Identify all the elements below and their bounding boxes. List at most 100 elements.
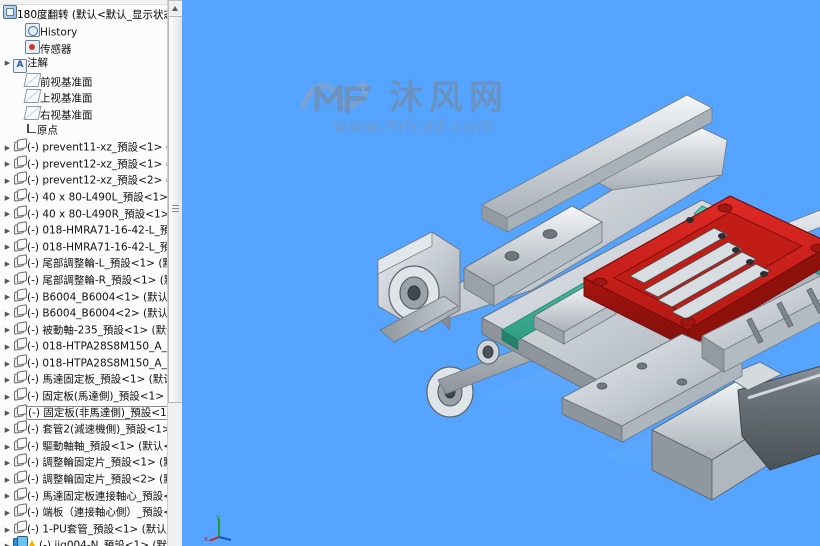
tree-item-component[interactable]: ▶(-) 馬達固定板_預設<1> (默认<< — [0, 370, 168, 387]
tree-item-label: (-) 018-HMRA71-16-42-L_預設< — [27, 241, 168, 254]
vertical-scroll-thumb[interactable] — [168, 16, 182, 403]
part-icon — [13, 405, 27, 418]
tree-item-sensors[interactable]: 传感器 — [0, 39, 168, 56]
tree-item-label: (-) jig004-N_預設<1> (默认< — [39, 540, 168, 546]
tree-item-component[interactable]: ▶(-) 尾部調整輪-R_預設<1> (默认< — [0, 271, 168, 288]
assembly-title-row[interactable]: 180度翻转 (默认<默认_显示状态-1>) — [0, 4, 168, 22]
tree-item-label: (-) prevent12-xz_預設<1> (默认< — [27, 158, 168, 171]
solidworks-window: 180度翻转 (默认<默认_显示状态-1>) History 传感器 ▶A注解 … — [0, 0, 820, 546]
part-icon — [13, 421, 27, 434]
tree-item-component[interactable]: ▶(-) B6004_B6004<1> (默认<<默 — [0, 288, 168, 305]
tree-item-label: (-) 端板（連接軸心側）_預設<1> — [27, 506, 168, 519]
tree-item-right-plane[interactable]: 右视基准面 — [0, 105, 168, 122]
tree-item-label: (-) 固定板(非馬達側)_預設<1> (默 — [25, 406, 168, 421]
tree-item-component[interactable]: ▶(-) 固定板(非馬達側)_預設<1> (默 — [0, 404, 168, 421]
tree-item-component[interactable]: ▶(-) 尾部調整輪-L_預設<1> (默认< — [0, 254, 168, 271]
part-icon — [13, 272, 27, 285]
tree-item-label: (-) 018-HTPA28S8M150_A_N17_ — [27, 357, 168, 370]
plane-icon — [23, 72, 42, 87]
part-icon — [13, 504, 27, 517]
part-icon — [13, 371, 27, 384]
sensor-icon — [25, 39, 40, 54]
part-colored-icon — [13, 536, 28, 546]
axis-y-label: y — [216, 513, 220, 521]
tree-item-component[interactable]: ▶(-) 調整輪固定片_預設<2> (默认< — [0, 470, 168, 487]
feature-manager-panel: 180度翻转 (默认<默认_显示状态-1>) History 传感器 ▶A注解 … — [0, 0, 183, 546]
part-icon — [13, 255, 27, 268]
pulley-detail — [476, 339, 500, 365]
tree-item-label: 上视基准面 — [40, 93, 93, 106]
part-icon — [13, 289, 27, 302]
part-icon — [13, 471, 27, 484]
tree-item-label: (-) B6004_B6004<2> (默认<<默 — [27, 307, 168, 320]
tree-item-component[interactable]: ▶(-) prevent11-xz_預設<1> (默认< — [0, 138, 168, 155]
tree-item-label: (-) 驅動軸軸_預設<1> (默认<<默 — [27, 440, 168, 453]
part-icon — [13, 172, 27, 185]
tree-item-top-plane[interactable]: 上视基准面 — [0, 88, 168, 105]
tree-vertical-scrollbar[interactable] — [167, 0, 182, 546]
part-icon — [13, 322, 27, 335]
tree-item-label: (-) 調整輪固定片_預設<1> (默认< — [27, 457, 168, 470]
tree-item-component[interactable]: ▶(-) 40 x 80-L490R_預設<1> (默认 — [0, 205, 168, 222]
part-icon — [13, 355, 27, 368]
part-icon — [13, 206, 27, 219]
tree-item-component[interactable]: ▶(-) 調整輪固定片_預設<1> (默认< — [0, 453, 168, 470]
tree-item-component[interactable]: ▶(-) 018-HMRA71-16-42-L_預設< — [0, 221, 168, 238]
graphics-viewport[interactable]: 沐风网 www.mfcad.com x y — [182, 0, 820, 546]
component-list: ▶(-) prevent11-xz_預設<1> (默认<▶(-) prevent… — [0, 138, 168, 546]
tree-item-front-plane[interactable]: 前视基准面 — [0, 72, 168, 89]
tree-item-label: 注解 — [27, 57, 48, 70]
feature-tree-scroll-area[interactable]: 180度翻转 (默认<默认_显示状态-1>) History 传感器 ▶A注解 … — [0, 4, 168, 546]
assembly-title-label: 180度翻转 (默认<默认_显示状态-1>) — [17, 9, 168, 21]
tree-item-component[interactable]: ▶(-) 端板（連接軸心側）_預設<1> — [0, 503, 168, 520]
assembly-icon — [3, 5, 17, 19]
tree-item-label: 右视基准面 — [40, 109, 93, 122]
cad-model-svg — [377, 94, 820, 501]
tree-item-component[interactable]: ▶ (-) jig004-N_預設<1> (默认< — [0, 536, 168, 546]
scroll-up-icon[interactable] — [168, 0, 182, 17]
tree-item-label: (-) 018-HTPA28S8M150_A_N17_ — [27, 340, 168, 353]
tree-item-history[interactable]: History — [0, 22, 168, 39]
tree-item-label: (-) B6004_B6004<1> (默认<<默 — [27, 291, 168, 304]
tree-item-label: (-) 1-PU套管_預設<1> (默认<<默 — [27, 523, 168, 536]
tree-item-component[interactable]: ▶(-) prevent12-xz_預設<1> (默认< — [0, 155, 168, 172]
tree-item-component[interactable]: ▶(-) 被動軸-235_預設<1> (默认<< — [0, 321, 168, 338]
part-icon — [13, 305, 27, 318]
part-icon — [13, 189, 27, 202]
plane-icon — [23, 89, 42, 104]
tree-item-label: 传感器 — [40, 43, 72, 56]
tree-item-component[interactable]: ▶(-) 驅動軸軸_預設<1> (默认<<默 — [0, 437, 168, 454]
part-icon — [13, 156, 27, 169]
expand-arrow-icon[interactable]: ▶ — [2, 55, 13, 72]
expand-arrow-icon[interactable]: ▶ — [2, 538, 13, 546]
tree-item-label: (-) 40 x 80-L490L_預設<1> (默认 — [27, 191, 168, 204]
tree-item-component[interactable]: ▶(-) 018-HTPA28S8M150_A_N17_ — [0, 337, 168, 354]
tree-item-label: 前视基准面 — [40, 76, 93, 89]
tree-item-component[interactable]: ▶(-) prevent12-xz_預設<2> (默认< — [0, 171, 168, 188]
tree-item-label: (-) prevent12-xz_預設<2> (默认< — [27, 175, 168, 188]
tree-item-label: (-) 018-HMRA71-16-42-L_預設< — [27, 224, 168, 237]
part-icon — [13, 139, 27, 152]
tree-item-component[interactable]: ▶(-) 018-HMRA71-16-42-L_預設< — [0, 238, 168, 255]
tree-item-component[interactable]: ▶(-) 馬達固定板連接軸心_預設<1> — [0, 487, 168, 504]
history-icon — [25, 23, 40, 37]
tree-item-label: (-) 固定板(馬達側)_預設<1> (默认 — [27, 390, 168, 403]
tree-item-label: (-) 馬達固定板連接軸心_預設<1> — [27, 490, 168, 503]
tree-item-label: (-) 40 x 80-L490R_預設<1> (默认 — [27, 208, 168, 221]
plane-icon — [23, 105, 42, 120]
tree-item-component[interactable]: ▶(-) 固定板(馬達側)_預設<1> (默认 — [0, 387, 168, 404]
tree-item-component[interactable]: ▶(-) 套管2(減速機側)_預設<1> (默认 — [0, 420, 168, 437]
tree-item-component[interactable]: ▶(-) 40 x 80-L490L_預設<1> (默认 — [0, 188, 168, 205]
part-icon — [13, 438, 27, 451]
tree-item-component[interactable]: ▶(-) 018-HTPA28S8M150_A_N17_ — [0, 354, 168, 371]
tree-item-label: (-) 調整輪固定片_預設<2> (默认< — [27, 473, 168, 486]
tree-item-origin[interactable]: 原点 — [0, 122, 168, 139]
tree-item-label: 原点 — [37, 124, 58, 137]
model-render: 沐风网 www.mfcad.com x y — [182, 0, 820, 546]
tree-item-label: History — [40, 26, 78, 39]
part-icon — [13, 239, 27, 252]
tree-item-component[interactable]: ▶(-) B6004_B6004<2> (默认<<默 — [0, 304, 168, 321]
tree-item-annotations[interactable]: ▶ A 注解 — [0, 55, 168, 74]
tree-item-label: (-) 套管2(減速機側)_預設<1> (默认 — [27, 423, 168, 436]
tree-item-component[interactable]: ▶(-) 1-PU套管_預設<1> (默认<<默 — [0, 520, 168, 537]
